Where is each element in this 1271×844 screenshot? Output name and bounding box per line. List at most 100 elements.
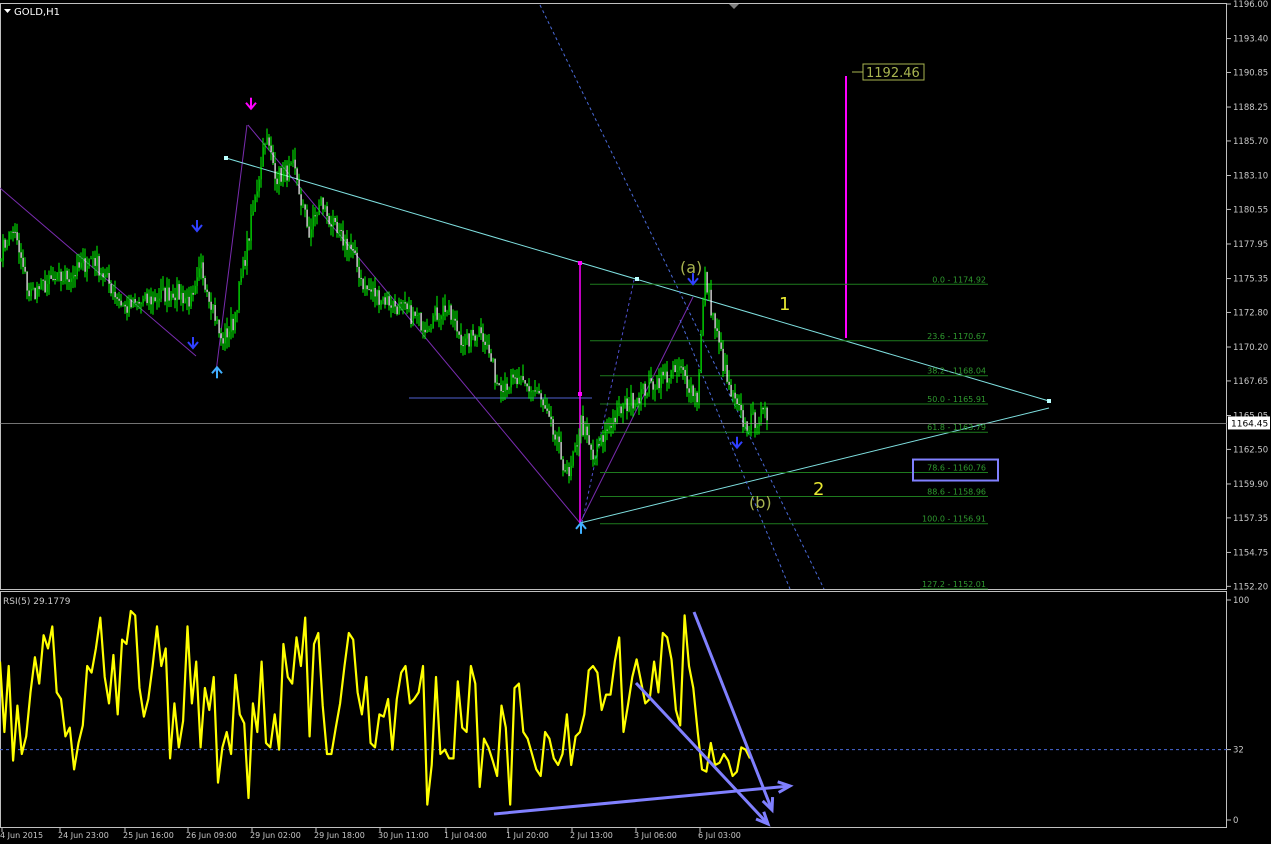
candle-body [408,305,410,310]
candle-body [26,271,28,291]
candle-body [664,371,666,376]
candle-body [472,329,474,336]
candle-body [608,426,610,430]
candle-body [654,389,656,391]
target-price-text: 1192.46 [866,66,920,81]
candle-body [720,342,722,349]
candle-body [184,298,186,304]
candle-body [638,397,640,404]
candle-body [594,456,596,460]
measure-handle[interactable] [578,392,582,396]
candle-body [94,258,96,266]
candle-body [44,280,46,293]
candle-body [734,392,736,399]
candle-body [752,412,754,414]
candle-body [168,287,170,301]
candle-body [192,292,194,295]
candle-body [320,197,322,205]
rsi-tick-label: 0 [1233,816,1238,826]
candle-body [562,459,564,471]
x-tick-label: 4 Jun 2015 [0,831,43,840]
candle-body [120,300,122,306]
candle-body [186,296,188,299]
candle-body [354,250,356,253]
candle-body [578,436,580,447]
candle-body [512,374,514,378]
candle-body [716,328,718,331]
candle-body [420,313,422,331]
candle-body [424,329,426,333]
candle-body [24,266,26,272]
candle-body [610,426,612,428]
candle-body [566,467,568,472]
line-anchor-handle[interactable] [635,277,639,281]
candle-body [378,290,380,305]
chart-canvas[interactable]: GOLD,H1 1196.00 1193.40 1190.85 1188.25 1185… [0,0,1271,844]
candle-body [492,358,494,362]
candle-body [352,249,354,251]
candle-body [588,435,590,445]
candle-body [2,239,4,261]
candle-body [532,390,534,392]
candle-body [600,435,602,446]
candle-body [252,211,254,216]
rsi-tick-label: 32 [1233,746,1244,756]
candle-body [196,277,198,286]
candle-body [478,327,480,337]
candle-body [64,270,66,281]
candle-body [482,333,484,342]
candle-body [528,386,530,392]
candle-body [100,273,102,276]
candle-body [368,289,370,291]
y-tick-label: 1193.40 [1233,35,1268,45]
candle-body [456,320,458,332]
candle-body [188,296,190,307]
target-price-label[interactable]: 1192.46 [852,63,925,81]
candle-body [382,297,384,301]
candle-body [658,378,660,389]
measure-handle[interactable] [578,261,582,265]
candle-body [510,374,512,388]
candle-body [426,329,428,333]
candle-body [156,300,158,302]
candle-body [34,288,36,299]
candle-body [318,204,320,216]
candle-body [422,329,424,331]
candle-body [402,302,404,304]
candle-body [232,318,234,331]
rsi-title: RSI(5) 29.1779 [3,597,71,607]
candle-body [76,262,78,276]
candle-body [554,434,556,440]
candle-body [334,217,336,222]
candle-body [122,304,124,306]
candle-body [308,226,310,238]
candle-body [310,229,312,238]
candle-body [624,398,626,405]
candle-body [12,231,14,233]
candle-body [458,331,460,335]
candle-body [400,302,402,304]
candle-body [80,262,82,268]
x-tick-label: 24 Jun 23:00 [58,831,109,840]
candle-body [220,333,222,339]
candle-body [684,369,686,376]
x-tick-label: 26 Jun 09:00 [186,831,237,840]
candle-body [314,215,316,217]
candle-body [330,224,332,227]
line-anchor-handle[interactable] [224,156,228,160]
candle-body [704,272,706,306]
candle-body [488,344,490,354]
candle-body [134,299,136,303]
candle-body [272,152,274,164]
candle-body [20,252,22,258]
candle-body [628,405,630,412]
candle-body [390,305,392,308]
candle-body [584,426,586,436]
candle-body [540,393,542,400]
candle-body [96,256,98,266]
candle-body [516,377,518,385]
line-anchor-handle[interactable] [1047,399,1051,403]
candle-body [0,260,2,262]
wave-label: 1 [779,294,790,315]
candle-body [174,297,176,301]
